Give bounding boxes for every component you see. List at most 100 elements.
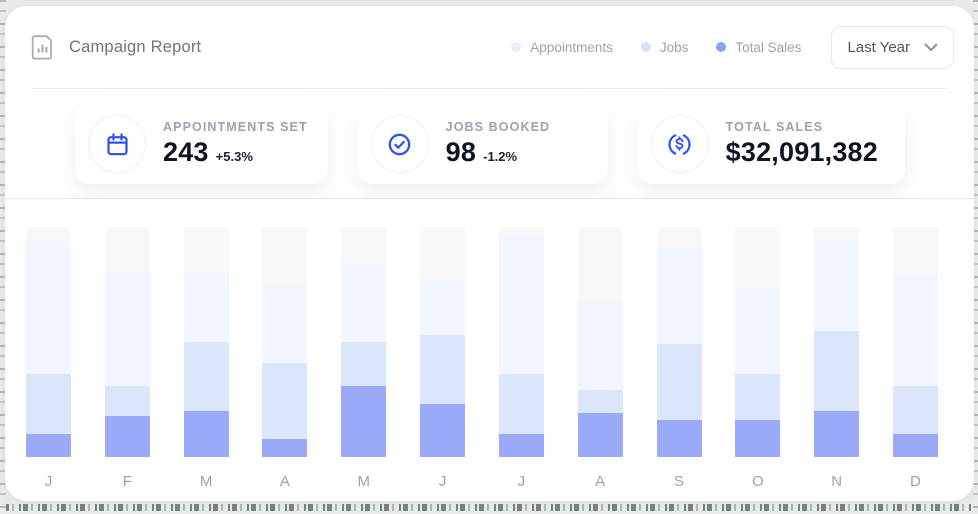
legend-label: Jobs (660, 40, 689, 55)
chart-column: J (26, 227, 71, 490)
jobs-segment (26, 374, 71, 434)
bar-stack[interactable] (262, 227, 307, 457)
month-label: O (735, 473, 780, 490)
chart-column: F (105, 227, 150, 490)
chart-legend: Appointments Jobs Total Sales (511, 40, 801, 55)
track-segment (657, 227, 702, 248)
appointments-segment (578, 301, 623, 391)
stat-label: APPOINTMENTS SET (163, 120, 308, 134)
stat-text: APPOINTMENTS SET 243 +5.3% (163, 120, 308, 168)
bar-stack[interactable] (735, 227, 780, 457)
track-segment (735, 227, 780, 287)
bar-stack[interactable] (105, 227, 150, 457)
appointments-segment (26, 241, 71, 374)
sales-segment (578, 413, 623, 457)
jobs-segment (341, 342, 386, 386)
stat-value: 243 (163, 137, 209, 168)
sales-segment (341, 386, 386, 457)
chevron-down-icon (924, 43, 938, 52)
legend-item-appointments[interactable]: Appointments (511, 40, 613, 55)
jobs-segment (814, 331, 859, 412)
track-segment (893, 227, 938, 275)
month-label: M (184, 473, 229, 490)
sales-segment (735, 420, 780, 457)
bar-stack[interactable] (657, 227, 702, 457)
appointments-segment (735, 287, 780, 374)
stat-delta: +5.3% (216, 149, 253, 164)
stat-text: TOTAL SALES $32,091,382 (726, 120, 885, 168)
appointments-dot (511, 42, 521, 52)
jobs-segment (578, 390, 623, 413)
track-segment (420, 227, 465, 280)
month-label: D (893, 473, 938, 490)
legend-item-total-sales[interactable]: Total Sales (716, 40, 801, 55)
chart-column: A (262, 227, 307, 490)
sales-segment (105, 416, 150, 457)
campaign-report-card: Campaign Report Appointments Jobs Total … (5, 6, 974, 501)
track-segment (105, 227, 150, 271)
appointments-segment (420, 280, 465, 335)
appointments-segment (893, 275, 938, 385)
bar-chart: JFMAMJJASOND (26, 227, 938, 490)
chart-column: D (893, 227, 938, 490)
stat-value-row: $32,091,382 (726, 137, 885, 168)
stat-text: JOBS BOOKED 98 -1.2% (446, 120, 550, 168)
legend-label: Total Sales (735, 40, 801, 55)
sales-segment (893, 434, 938, 457)
page-title: Campaign Report (69, 38, 201, 57)
sales-segment (657, 420, 702, 457)
month-label: S (657, 473, 702, 490)
bar-stack[interactable] (420, 227, 465, 457)
bar-stack[interactable] (341, 227, 386, 457)
sales-segment (262, 439, 307, 457)
page-background-pattern (0, 500, 978, 514)
appointments-segment (184, 273, 229, 342)
dollar-circle-icon (651, 115, 709, 173)
appointments-segment (105, 271, 150, 386)
check-circle-icon (371, 115, 429, 173)
bar-stack[interactable] (184, 227, 229, 457)
chart-column: J (420, 227, 465, 490)
legend-item-jobs[interactable]: Jobs (641, 40, 689, 55)
appointments-segment (657, 248, 702, 345)
chart-column: N (814, 227, 859, 490)
stat-value-row: 243 +5.3% (163, 137, 308, 168)
stat-label: JOBS BOOKED (446, 120, 550, 134)
track-segment (26, 227, 71, 241)
chart-column: J (499, 227, 544, 490)
track-segment (262, 227, 307, 285)
jobs-dot (641, 42, 651, 52)
sales-segment (26, 434, 71, 457)
track-segment (341, 227, 386, 262)
chart-column: A (578, 227, 623, 490)
month-label: F (105, 473, 150, 490)
chart-column: M (184, 227, 229, 490)
track-segment (499, 227, 544, 236)
campaign-bar-chart: JFMAMJJASOND (5, 199, 974, 490)
bar-stack[interactable] (814, 227, 859, 457)
sales-segment (184, 411, 229, 457)
bar-stack[interactable] (578, 227, 623, 457)
report-icon (31, 34, 54, 60)
stat-card-total-sales[interactable]: TOTAL SALES $32,091,382 (638, 104, 905, 184)
month-label: N (814, 473, 859, 490)
jobs-segment (262, 363, 307, 439)
total-sales-dot (716, 42, 726, 52)
bar-stack[interactable] (26, 227, 71, 457)
chart-column: M (341, 227, 386, 490)
chart-column: S (657, 227, 702, 490)
stat-value-row: 98 -1.2% (446, 137, 550, 168)
track-segment (184, 227, 229, 273)
track-segment (578, 227, 623, 301)
stat-card-jobs[interactable]: JOBS BOOKED 98 -1.2% (358, 104, 608, 184)
month-label: A (262, 473, 307, 490)
jobs-segment (184, 342, 229, 411)
stat-card-appointments[interactable]: APPOINTMENTS SET 243 +5.3% (75, 104, 328, 184)
bar-stack[interactable] (499, 227, 544, 457)
track-segment (814, 227, 859, 239)
stat-label: TOTAL SALES (726, 120, 885, 134)
period-dropdown[interactable]: Last Year (831, 26, 954, 69)
bar-stack[interactable] (893, 227, 938, 457)
stat-value: 98 (446, 137, 476, 168)
chart-column: O (735, 227, 780, 490)
